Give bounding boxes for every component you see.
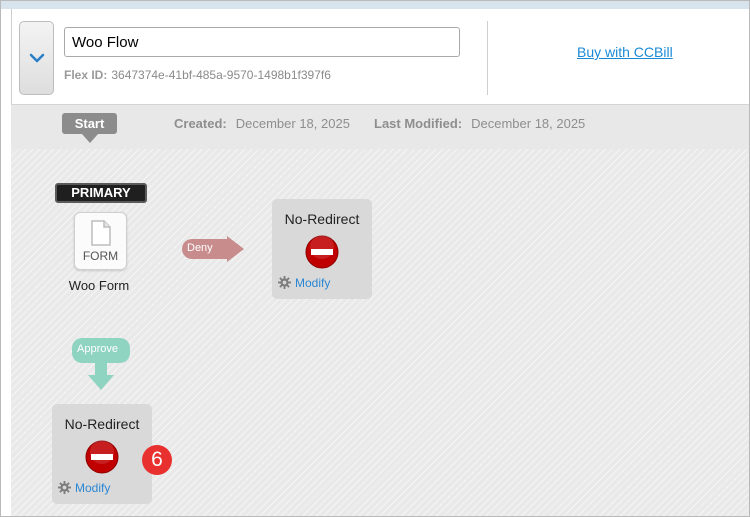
modify-link[interactable]: Modify [278, 276, 330, 290]
flex-id: Flex ID: 3647374e-41bf-485a-9570-1498b1f3… [64, 68, 331, 82]
approve-no-redirect-node[interactable]: No-Redirect Modify [52, 404, 152, 504]
modify-label: Modify [75, 481, 111, 495]
flow-info-strip: Start Created: December 18, 2025 Last Mod… [11, 105, 749, 149]
stop-icon [305, 235, 339, 269]
top-border-strip [1, 1, 749, 9]
header-divider [487, 21, 488, 95]
deny-no-redirect-node[interactable]: No-Redirect Modify [272, 199, 372, 299]
approve-label: Approve [77, 343, 118, 355]
approve-arrow: Approve [71, 338, 131, 392]
created-info: Created: December 18, 2025 [174, 116, 350, 131]
created-label: Created: [174, 116, 227, 131]
deny-arrow: Deny [179, 236, 245, 262]
flex-id-value: 3647374e-41bf-485a-9570-1498b1f397f6 [111, 68, 331, 82]
modified-info: Last Modified: December 18, 2025 [374, 116, 585, 131]
flow-editor-window: Flex ID:3647374e-41bf-485a-9570-1498b1f3… [0, 0, 750, 517]
form-tile-label: FORM [82, 249, 119, 263]
flow-header: Flex ID:3647374e-41bf-485a-9570-1498b1f3… [11, 9, 749, 105]
form-step-tile[interactable]: FORM [74, 212, 127, 270]
collapse-toggle-button[interactable] [19, 21, 54, 95]
node-title: No-Redirect [284, 211, 360, 227]
form-name: Woo Form [68, 278, 130, 293]
document-icon [91, 220, 111, 246]
modify-label: Modify [295, 276, 331, 290]
created-date: December 18, 2025 [235, 116, 350, 131]
flow-canvas: PRIMARY FORM Woo Form Deny No-Redirect M… [11, 149, 749, 516]
flow-name-input[interactable] [64, 27, 460, 57]
gear-icon [278, 276, 291, 289]
flex-id-label: Flex ID: [64, 68, 108, 82]
node-title: No-Redirect [64, 416, 140, 432]
primary-badge: PRIMARY [55, 183, 147, 203]
buy-with-ccbill-link[interactable]: Buy with CCBill [577, 44, 673, 60]
modify-link[interactable]: Modify [58, 481, 110, 495]
gear-icon [58, 481, 71, 494]
last-modified-label: Last Modified: [374, 116, 463, 131]
start-tag: Start [62, 113, 117, 143]
deny-label: Deny [187, 242, 213, 254]
last-modified-date: December 18, 2025 [471, 116, 586, 131]
step-marker-badge: 6 [142, 445, 172, 475]
chevron-down-icon [29, 53, 44, 63]
stop-icon [85, 440, 119, 474]
